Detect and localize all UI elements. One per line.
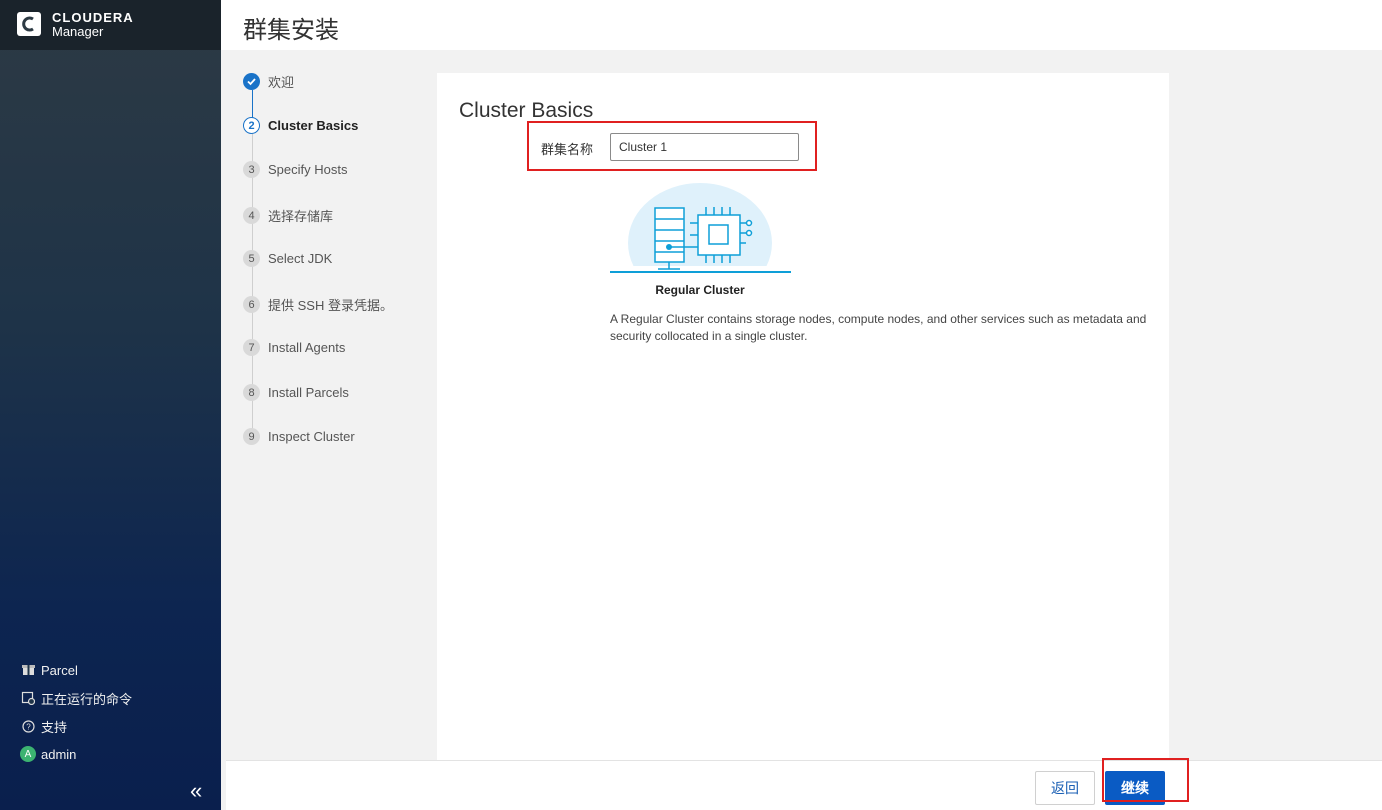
- section-title: Cluster Basics: [459, 99, 594, 122]
- step-inspect-cluster[interactable]: 9 Inspect Cluster: [243, 428, 355, 445]
- step-label: 选择存储库: [268, 209, 334, 224]
- step-welcome[interactable]: 欢迎: [243, 72, 294, 91]
- step-specify-hosts[interactable]: 3 Specify Hosts: [243, 161, 347, 178]
- step-label: Select JDK: [268, 251, 333, 266]
- brand-name: CLOUDERA: [52, 10, 134, 25]
- step-select-repository[interactable]: 4 选择存储库: [243, 206, 333, 225]
- running-commands-icon: [20, 690, 36, 706]
- step-ssh-credentials[interactable]: 6 提供 SSH 登录凭据。: [243, 295, 393, 314]
- sidebar-item-admin[interactable]: A admin: [20, 740, 132, 768]
- cluster-type-title: Regular Cluster: [655, 283, 745, 297]
- back-button[interactable]: 返回: [1035, 771, 1095, 805]
- parcel-icon: [20, 662, 36, 678]
- brand-product: Manager: [52, 24, 104, 39]
- avatar: A: [20, 746, 36, 762]
- step-label: Install Agents: [268, 340, 346, 355]
- sidebar: CLOUDERA Manager Parcel 正在运行的命令 ? 支持 A a…: [0, 0, 221, 810]
- regular-cluster-illustration-icon: [610, 181, 791, 303]
- step-label: 欢迎: [268, 75, 295, 90]
- step-cluster-basics[interactable]: 2 Cluster Basics: [243, 117, 358, 134]
- step-number: 8: [243, 384, 260, 401]
- step-install-agents[interactable]: 7 Install Agents: [243, 339, 345, 356]
- cluster-type-description: A Regular Cluster contains storage nodes…: [610, 312, 1147, 343]
- cluster-basics-panel: Cluster Basics 群集名称 Cluster 1 Regular Cl…: [437, 73, 1169, 763]
- sidebar-item-label: 支持: [41, 719, 68, 735]
- brand-header[interactable]: CLOUDERA Manager: [0, 0, 221, 50]
- collapse-sidebar-icon[interactable]: «: [190, 780, 202, 802]
- step-select-jdk[interactable]: 5 Select JDK: [243, 250, 332, 267]
- help-icon: ?: [20, 718, 36, 734]
- cluster-name-label: 群集名称: [541, 142, 594, 157]
- continue-button[interactable]: 继续: [1105, 771, 1165, 805]
- step-label: Install Parcels: [268, 385, 349, 400]
- step-number: 4: [243, 207, 260, 224]
- steps-connector-progress: [252, 90, 253, 120]
- step-number: 5: [243, 250, 260, 267]
- step-label: Cluster Basics: [268, 118, 359, 133]
- step-label: 提供 SSH 登录凭据。: [268, 298, 393, 313]
- wizard-footer: 返回 继续: [226, 760, 1382, 810]
- sidebar-menu: Parcel 正在运行的命令 ? 支持 A admin: [20, 656, 132, 768]
- step-install-parcels[interactable]: 8 Install Parcels: [243, 384, 349, 401]
- sidebar-item-label: 正在运行的命令: [41, 691, 133, 707]
- checkmark-icon: [243, 73, 260, 90]
- cluster-name-input[interactable]: [610, 133, 799, 161]
- sidebar-item-running-commands[interactable]: 正在运行的命令: [20, 684, 132, 712]
- cloudera-logo-icon: [17, 12, 41, 36]
- step-number: 2: [243, 117, 260, 134]
- step-number: 7: [243, 339, 260, 356]
- step-number: 3: [243, 161, 260, 178]
- step-label: Specify Hosts: [268, 162, 348, 177]
- sidebar-item-support[interactable]: ? 支持: [20, 712, 132, 740]
- sidebar-item-label: admin: [41, 746, 77, 762]
- sidebar-item-label: Parcel: [41, 662, 78, 678]
- svg-text:?: ?: [26, 722, 31, 731]
- step-label: Inspect Cluster: [268, 429, 355, 444]
- page-title: 群集安装: [243, 17, 339, 44]
- sidebar-item-parcel[interactable]: Parcel: [20, 656, 132, 684]
- step-number: 6: [243, 296, 260, 313]
- page-header: 群集安装: [221, 0, 1382, 50]
- step-number: 9: [243, 428, 260, 445]
